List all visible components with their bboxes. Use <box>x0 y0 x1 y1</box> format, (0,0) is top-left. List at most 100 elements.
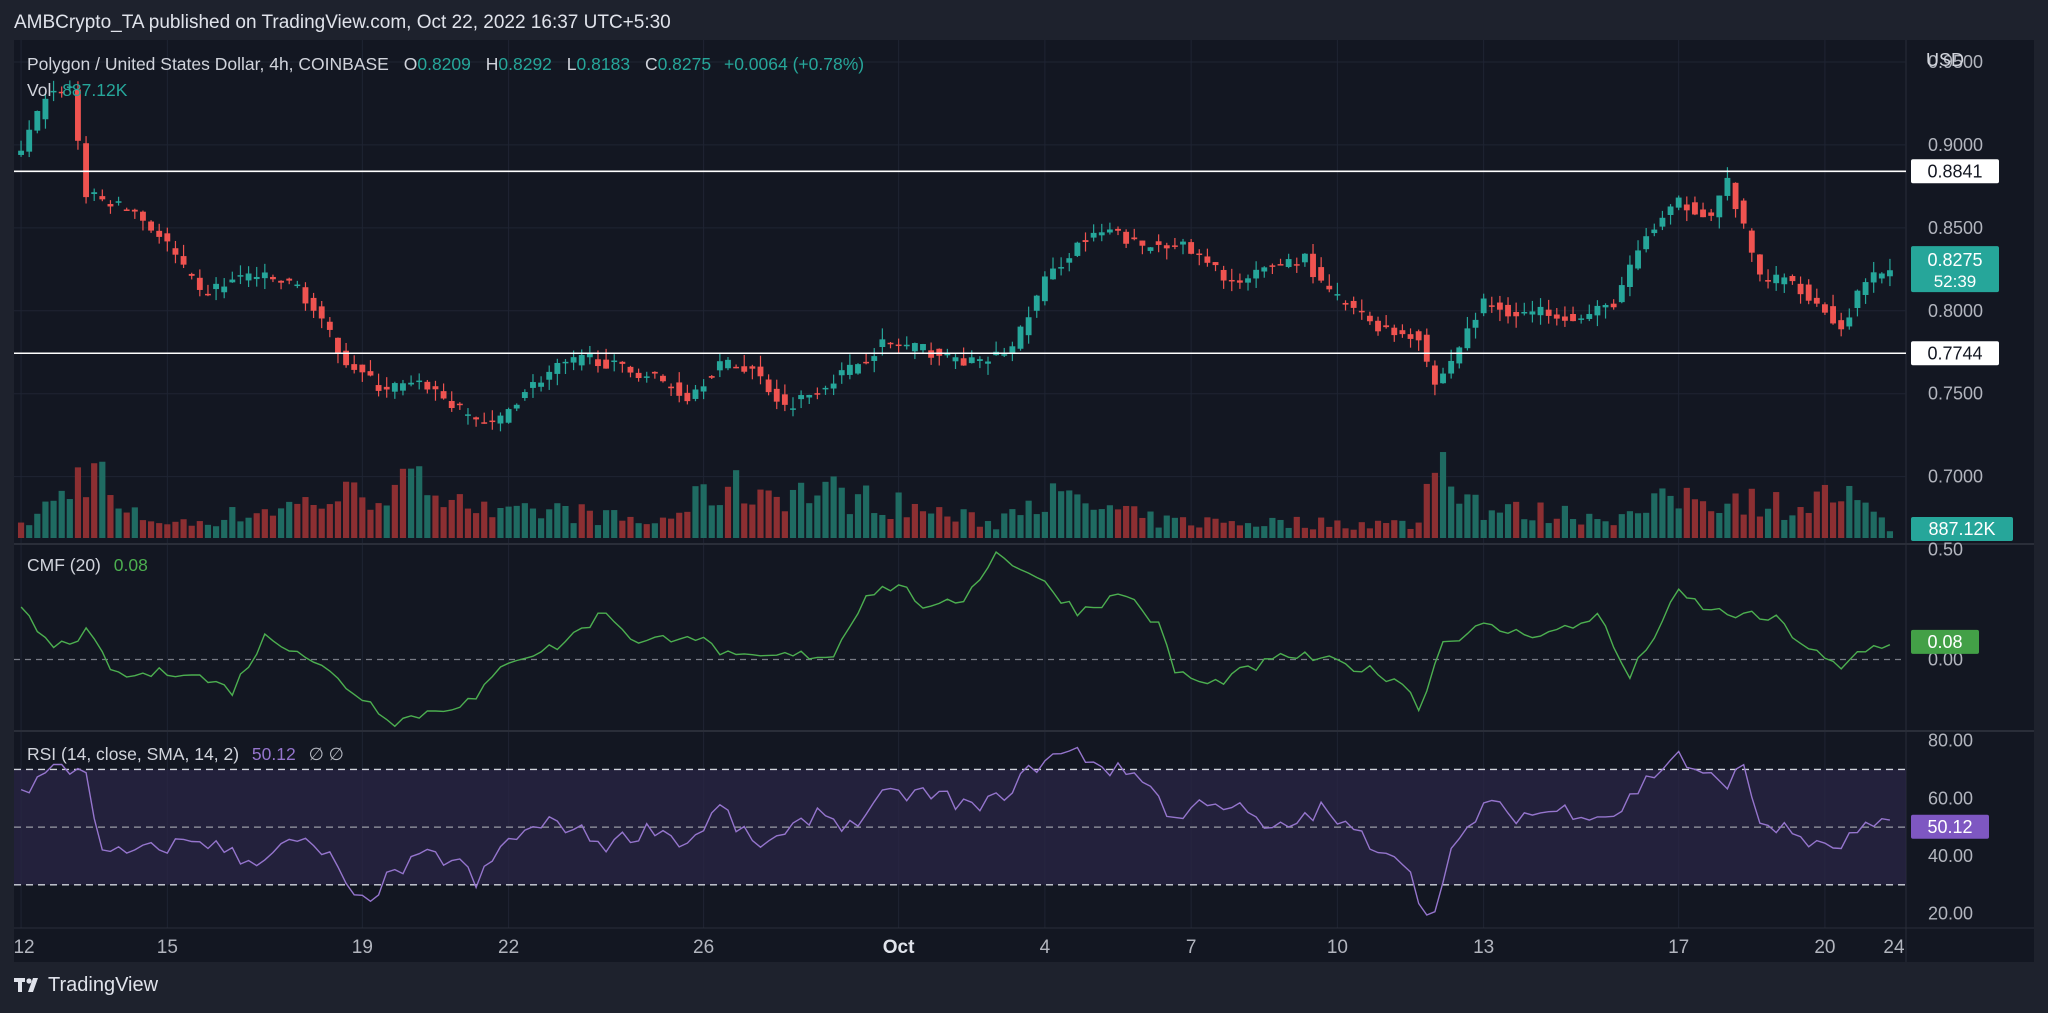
volume-bar <box>334 501 342 538</box>
price-tick-label: 0.7500 <box>1928 384 1983 404</box>
volume-bar <box>1472 494 1479 538</box>
volume-bar <box>1074 494 1081 538</box>
volume-bar <box>1106 505 1113 538</box>
candle-body <box>619 361 626 364</box>
volume-bar <box>351 482 358 538</box>
candle-body <box>1643 236 1650 250</box>
candle-body <box>1033 295 1040 311</box>
candle-body <box>1675 197 1682 208</box>
candle-body <box>651 371 658 374</box>
volume-bar <box>1350 529 1357 538</box>
price-tick-label: 0.9000 <box>1928 135 1983 155</box>
footer-brand-label: TradingView <box>48 974 159 996</box>
volume-bar <box>1366 528 1373 538</box>
chart-canvas[interactable]: 0.95000.90000.85000.80000.75000.7000USD0… <box>14 40 2034 962</box>
candle-body <box>1659 217 1666 227</box>
volume-bar <box>66 499 73 538</box>
price-tick-label: 0.7000 <box>1928 467 1983 487</box>
candle-body <box>270 276 276 280</box>
time-tick-label: 24 <box>1883 937 1905 958</box>
volume-bar <box>781 511 788 538</box>
volume-bar <box>1309 529 1317 538</box>
candle-body <box>34 110 41 131</box>
volume-bar <box>1066 490 1073 538</box>
candle-body <box>205 293 211 296</box>
volume-bar <box>1448 486 1455 538</box>
tradingview-logo-icon <box>14 977 38 992</box>
volume-bar <box>1318 517 1325 538</box>
volume-bar <box>1521 519 1528 538</box>
candle-body <box>635 372 642 379</box>
candle-body <box>521 392 528 398</box>
volume-bar <box>1001 513 1008 538</box>
candle-body <box>546 371 553 380</box>
candle-body <box>1383 325 1390 328</box>
candle-body <box>595 359 601 367</box>
volume-bar <box>416 466 423 538</box>
candle-body <box>448 401 455 409</box>
candle-body <box>1423 334 1430 362</box>
candle-body <box>465 414 471 416</box>
volume-bar <box>107 495 114 538</box>
volume-bar <box>212 526 220 538</box>
time-tick-label: 22 <box>498 937 519 958</box>
candle-body <box>1480 298 1487 314</box>
time-tick-label: 26 <box>693 937 714 958</box>
candle-body <box>1472 319 1479 328</box>
candle-body <box>99 196 106 200</box>
candle-body <box>554 362 561 374</box>
volume-bar <box>359 497 366 538</box>
volume-bar <box>993 529 1000 538</box>
volume-bar <box>1171 517 1178 538</box>
candle-body <box>1334 294 1341 296</box>
candle-body <box>1529 311 1536 315</box>
candle-body <box>879 339 886 348</box>
volume-bar <box>489 517 496 538</box>
candle-body <box>237 275 244 277</box>
candle-body <box>1261 267 1268 272</box>
candle-body <box>765 379 772 393</box>
volume-bar <box>1504 504 1512 538</box>
last-price-label: 0.8275 <box>1927 250 1982 270</box>
candle-body <box>1106 229 1113 233</box>
candle-body <box>213 283 220 290</box>
volume-bar <box>1675 508 1682 538</box>
volume-bar <box>846 514 853 538</box>
candle-body <box>838 370 845 376</box>
volume-bar <box>34 513 41 538</box>
chart-frame[interactable]: 0.9500 0.9000 0.8500 0.8000 0.7500 0.7000 USD 0… <box>14 40 2034 962</box>
volume-bar <box>473 513 480 538</box>
volume-bar <box>676 512 683 538</box>
volume-bar <box>237 521 244 538</box>
candle-body <box>1757 254 1763 275</box>
candle-body <box>985 361 991 364</box>
volume-bar <box>1383 523 1390 538</box>
candle-body <box>781 394 788 405</box>
volume-bar <box>156 523 163 538</box>
volume-bar <box>733 470 740 538</box>
volume-bar <box>814 495 821 538</box>
candle-body <box>1594 305 1601 316</box>
volume-bar <box>245 517 252 538</box>
volume-bar <box>806 503 813 538</box>
candle-body <box>424 381 431 390</box>
volume-bar <box>798 482 805 538</box>
volume-bar <box>17 522 25 538</box>
volume-bar <box>1480 519 1487 538</box>
time-tick-label: 12 <box>14 937 35 958</box>
candle-body <box>1228 279 1235 282</box>
footer-brand[interactable]: TradingView <box>14 974 158 997</box>
candle-body <box>749 366 756 369</box>
currency-label: USD <box>1926 50 1964 70</box>
candle-body <box>229 279 236 283</box>
time-tick-label: 17 <box>1668 937 1689 958</box>
time-tick-label: 19 <box>352 937 373 958</box>
candle-body <box>1139 240 1146 246</box>
candle-body <box>660 375 666 382</box>
volume-bar <box>1496 512 1503 538</box>
candle-body <box>1846 317 1853 327</box>
close-value: 0.8275 <box>657 54 712 74</box>
volume-bar <box>968 512 975 538</box>
volume-bar <box>99 461 106 538</box>
volume-bar <box>310 504 317 538</box>
